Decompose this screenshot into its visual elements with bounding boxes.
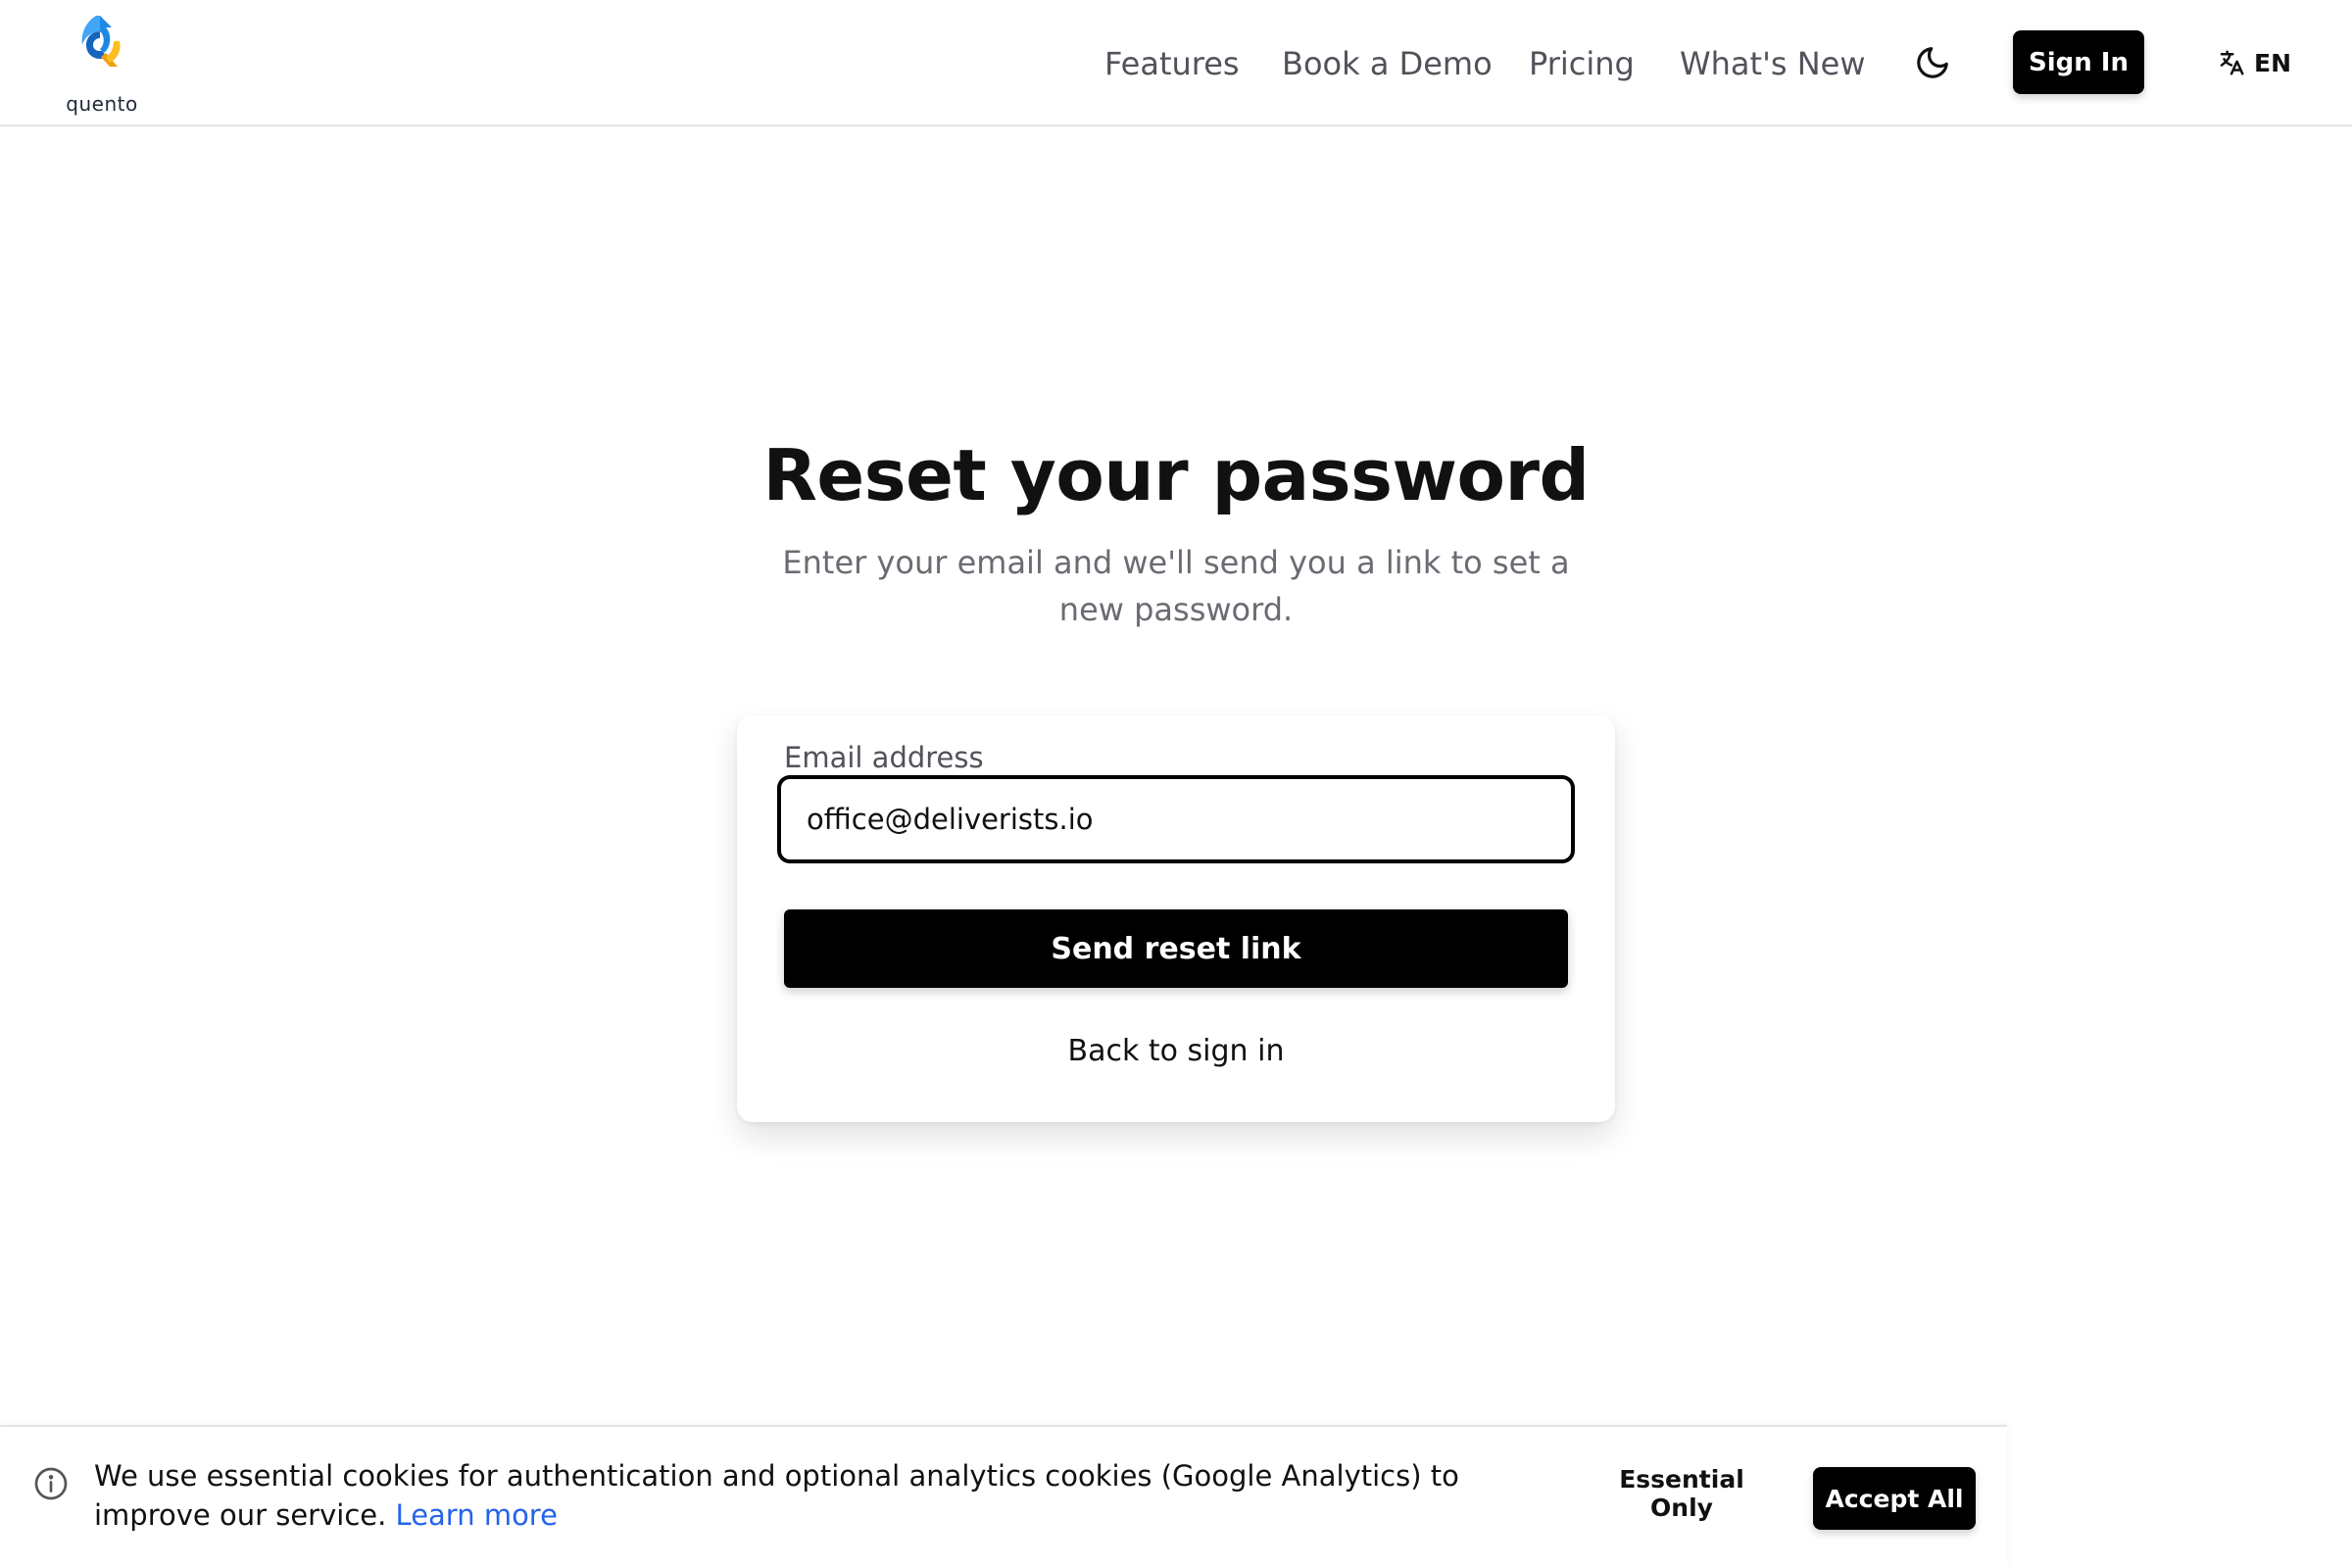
nav-item-whats-new[interactable]: What's New <box>1680 39 1866 88</box>
learn-more-link[interactable]: Learn more <box>396 1498 558 1532</box>
send-reset-link-button[interactable]: Send reset link <box>784 909 1568 988</box>
accept-all-button[interactable]: Accept All <box>1813 1467 1976 1530</box>
nav-link-pricing[interactable]: Pricing <box>1529 45 1635 82</box>
nav-item-book-demo[interactable]: Book a Demo <box>1282 39 1493 88</box>
nav-item-pricing[interactable]: Pricing <box>1529 39 1635 88</box>
nav-item-features[interactable]: Features <box>1104 39 1240 88</box>
language-label: EN <box>2254 48 2292 77</box>
essential-only-button[interactable]: Essential Only <box>1584 1465 1780 1522</box>
translate-icon <box>2220 50 2244 75</box>
cookie-text: We use essential cookies for authenticat… <box>94 1459 1459 1532</box>
quento-logo-icon <box>81 16 121 67</box>
email-input[interactable] <box>778 776 1574 862</box>
reset-password-card: Email address Send reset link Back to si… <box>737 715 1615 1122</box>
language-selector[interactable]: EN <box>2217 45 2291 80</box>
cookie-banner: We use essential cookies for authenticat… <box>0 1425 2007 1568</box>
cookie-message: We use essential cookies for authenticat… <box>94 1456 1544 1535</box>
nav-link-features[interactable]: Features <box>1104 45 1240 82</box>
page-subtitle: Enter your email and we'll send you a li… <box>782 544 1570 628</box>
nav-link-book-demo[interactable]: Book a Demo <box>1282 45 1493 82</box>
email-label: Email address <box>784 741 984 774</box>
info-icon <box>34 1467 68 1500</box>
brand-logo[interactable]: quento <box>57 12 151 116</box>
brand-name: quento <box>66 92 138 116</box>
top-nav-bar: quento Features Book a Demo Pricing What… <box>0 0 2352 126</box>
sign-in-button[interactable]: Sign In <box>2013 30 2144 94</box>
moon-icon <box>1917 47 1948 78</box>
page-title: Reset your password <box>762 434 1590 516</box>
back-to-sign-in-link[interactable]: Back to sign in <box>737 1034 1615 1068</box>
page: quento Features Book a Demo Pricing What… <box>0 0 2352 1568</box>
nav-link-whats-new[interactable]: What's New <box>1680 45 1866 82</box>
theme-toggle-button[interactable] <box>1911 41 1954 84</box>
